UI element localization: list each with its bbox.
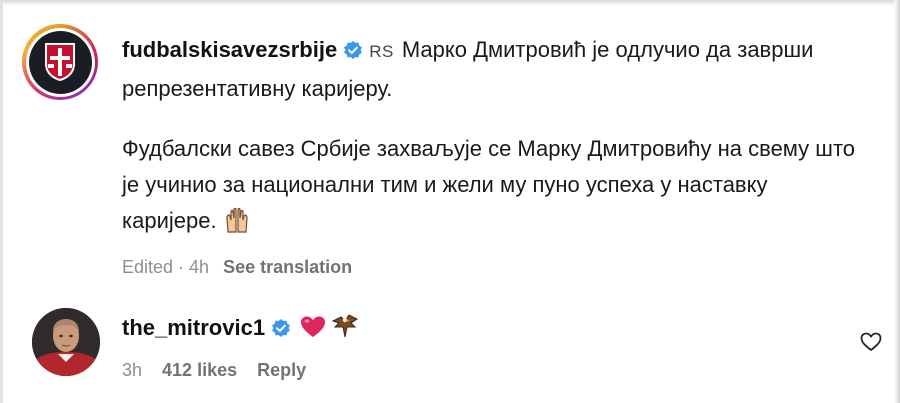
instagram-comments-panel: fudbalskisavezsrbije RS Марко Дмитровић је… — [0, 0, 900, 403]
caption-meta: Edited · 4h See translation — [122, 255, 862, 279]
raised-hands-emoji-icon — [223, 206, 251, 245]
eagle-emoji-icon — [331, 313, 359, 347]
fss-avatar[interactable] — [22, 24, 98, 100]
reply-button[interactable]: Reply — [257, 360, 306, 380]
red-heart-emoji-icon — [299, 315, 327, 347]
caption-paragraph-1: fudbalskisavezsrbije RS Марко Дмитровић је… — [122, 32, 862, 107]
comment-time: 3h — [122, 360, 143, 380]
heart-outline-icon[interactable] — [860, 332, 882, 357]
right-edge-shadow — [894, 0, 900, 403]
comment-meta: 3h 412 likes Reply — [122, 360, 326, 381]
see-translation-link[interactable]: See translation — [223, 257, 352, 277]
caption-edited-time: Edited · 4h — [122, 257, 210, 277]
fss-crest-icon — [28, 30, 92, 94]
caption-paragraph-2: Фудбалски савез Србије захваљује се Марк… — [122, 131, 862, 245]
verified-badge-icon — [343, 35, 363, 71]
country-flag-label: RS — [369, 42, 394, 61]
comment-likes-count[interactable]: 412 likes — [162, 360, 237, 380]
left-edge — [0, 0, 3, 403]
top-edge-shadow — [0, 0, 900, 6]
comment-username[interactable]: the_mitrovic1 — [122, 315, 265, 340]
commenter-avatar[interactable] — [32, 308, 100, 376]
caption-username[interactable]: fudbalskisavezsrbije — [122, 37, 337, 62]
verified-badge-icon — [271, 316, 291, 346]
caption-text-block: fudbalskisavezsrbije RS Марко Дмитровић је… — [122, 32, 862, 279]
comment-text-line: the_mitrovic1 — [122, 313, 359, 347]
